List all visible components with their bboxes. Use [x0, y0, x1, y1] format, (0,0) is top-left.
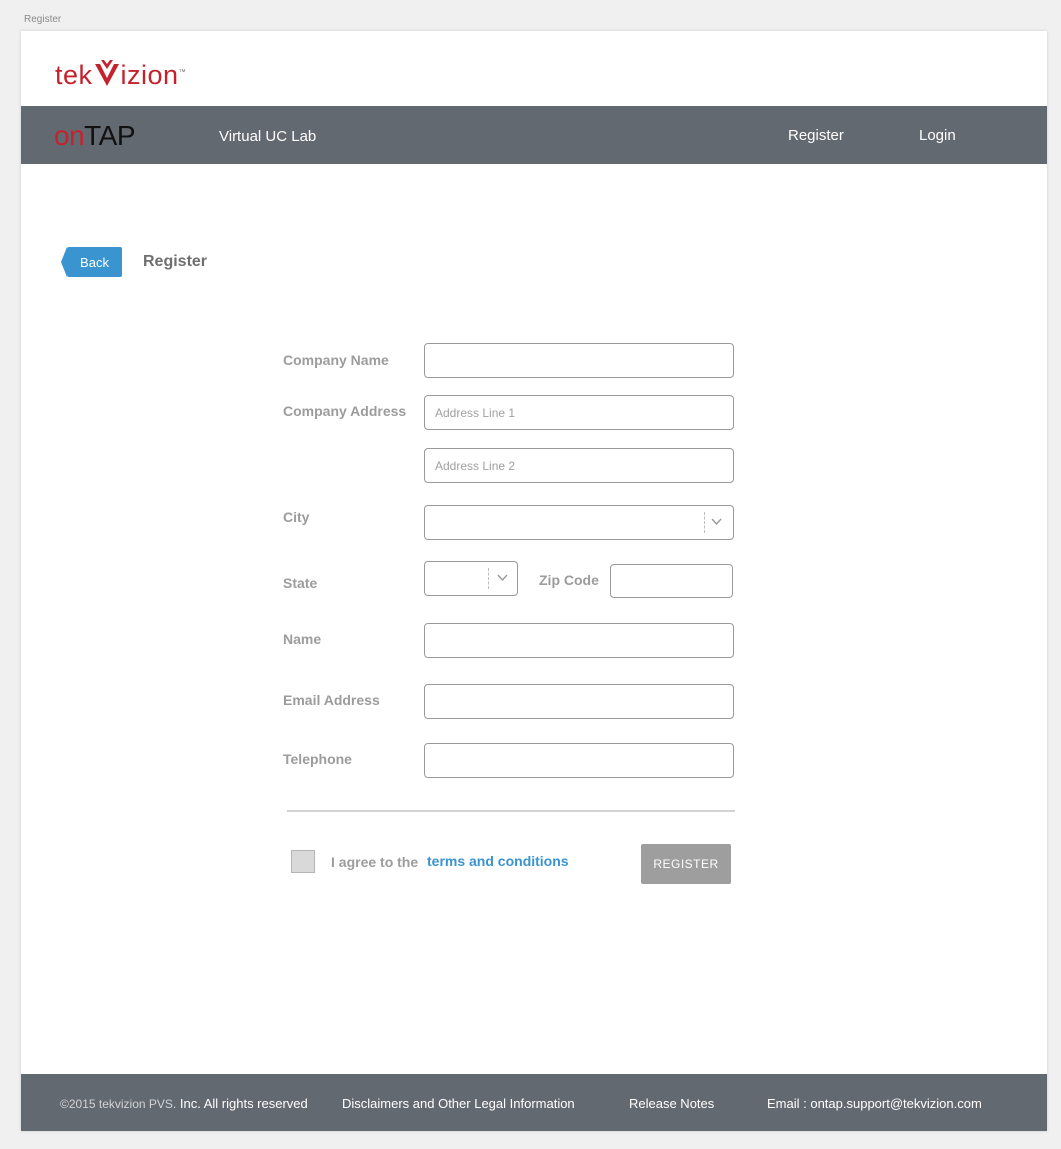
city-label: City: [283, 509, 310, 525]
city-select[interactable]: [424, 505, 734, 540]
company-name-label: Company Name: [283, 352, 389, 368]
agree-text: I agree to the: [331, 854, 419, 870]
logo-text-right: izion: [120, 60, 179, 90]
logo-bar: tek izion ™: [21, 31, 1047, 106]
nav-register-link[interactable]: Register: [788, 127, 844, 144]
logo-v-mark-icon: [94, 60, 119, 86]
footer-disclaimers-link[interactable]: Disclaimers and Other Legal Information: [342, 1096, 575, 1111]
chevron-down-icon: [711, 518, 722, 526]
app-frame: tek izion ™ onTAP Virtual UC Lab Registe…: [21, 31, 1047, 1131]
address-line2-input[interactable]: [424, 448, 734, 483]
product-subtitle: Virtual UC Lab: [219, 128, 317, 145]
agree-checkbox[interactable]: [291, 850, 315, 873]
zip-code-input[interactable]: [610, 564, 733, 598]
form-divider: [287, 810, 735, 812]
name-input[interactable]: [424, 623, 734, 658]
footer-copyright: ©2015 tekvizion PVS. Inc. All rights res…: [60, 1096, 308, 1111]
city-select-separator: [704, 512, 705, 533]
state-select[interactable]: [424, 561, 518, 596]
footer: ©2015 tekvizion PVS. Inc. All rights res…: [21, 1074, 1047, 1131]
footer-copyright-company: ©2015 tekvizion PVS.: [60, 1097, 177, 1111]
footer-release-notes-link[interactable]: Release Notes: [629, 1096, 714, 1111]
ontap-logo-tap: TAP: [84, 120, 136, 151]
back-button[interactable]: Back: [61, 247, 122, 277]
state-select-separator: [488, 568, 489, 589]
footer-copyright-rights: Inc. All rights reserved: [179, 1096, 308, 1111]
terms-link[interactable]: terms and conditions: [427, 853, 569, 869]
ontap-logo: onTAP: [54, 120, 136, 152]
page-title: Register: [143, 253, 208, 270]
nav-login-link[interactable]: Login: [919, 127, 956, 144]
chevron-down-icon: [497, 574, 508, 582]
company-address-label: Company Address: [283, 403, 407, 419]
footer-email-link[interactable]: Email : ontap.support@tekvizion.com: [767, 1096, 982, 1111]
email-label: Email Address: [283, 692, 380, 708]
zip-code-label: Zip Code: [539, 572, 599, 588]
logo-trademark: ™: [178, 69, 187, 76]
telephone-input[interactable]: [424, 743, 734, 778]
name-label: Name: [283, 631, 322, 647]
logo-text-left: tek: [55, 60, 93, 90]
ontap-logo-on: on: [54, 120, 85, 151]
telephone-label: Telephone: [283, 751, 352, 767]
page-label: Register: [24, 14, 62, 25]
email-input[interactable]: [424, 684, 734, 719]
address-line1-input[interactable]: [424, 395, 734, 430]
state-label: State: [283, 575, 318, 591]
tekvizion-logo: tek izion ™: [55, 57, 186, 91]
company-name-input[interactable]: [424, 343, 734, 378]
register-submit-button[interactable]: REGISTER: [641, 844, 731, 884]
top-navbar: onTAP Virtual UC Lab Register Login: [21, 106, 1047, 164]
